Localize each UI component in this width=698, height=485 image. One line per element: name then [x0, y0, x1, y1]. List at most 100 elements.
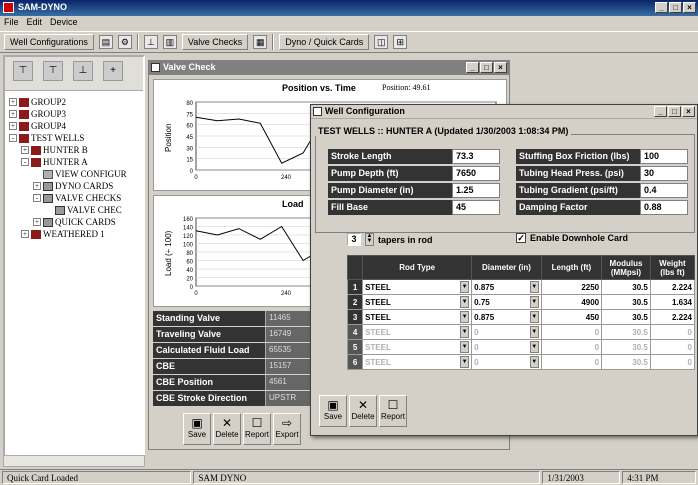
- tapers-spinner[interactable]: 3: [347, 233, 361, 246]
- well-param-input[interactable]: 0.4: [640, 183, 688, 198]
- well-config-title-bar: Well Configuration _ □ ×: [311, 105, 697, 119]
- valve-check-title-bar: Valve Check _ □ ×: [149, 61, 509, 75]
- maximize-button[interactable]: □: [669, 2, 682, 13]
- well-param-input[interactable]: 30: [640, 166, 688, 181]
- rod-diameter-select[interactable]: 0.875 ▼: [471, 279, 542, 295]
- pump-icon[interactable]: ⊥: [143, 35, 158, 49]
- expand-icon[interactable]: +: [21, 146, 29, 154]
- valve-save-button[interactable]: ▣ Save: [183, 413, 211, 445]
- dropdown-arrow-icon[interactable]: ▼: [460, 356, 470, 368]
- expand-icon[interactable]: +: [9, 110, 17, 118]
- well-delete-button[interactable]: ✕ Delete: [349, 395, 377, 427]
- well-save-button[interactable]: ▣ Save: [319, 395, 347, 427]
- close-button[interactable]: ×: [683, 2, 696, 13]
- dropdown-arrow-icon[interactable]: ▼: [529, 296, 539, 308]
- dropdown-arrow-icon[interactable]: ▼: [460, 341, 470, 353]
- tree-node[interactable]: - VALVE CHECKS: [33, 193, 121, 203]
- tree-node[interactable]: VIEW CONFIGUR: [33, 169, 127, 179]
- expand-icon[interactable]: +: [9, 98, 17, 106]
- add-well-icon[interactable]: ⊤: [43, 61, 63, 81]
- well-minimize-button[interactable]: _: [654, 106, 667, 117]
- tree-node[interactable]: + GROUP2: [9, 97, 66, 107]
- rod-diameter-select[interactable]: 0.75 ▼: [471, 294, 542, 310]
- valve-maximize-button[interactable]: □: [480, 62, 493, 73]
- expand-icon[interactable]: +: [9, 122, 17, 130]
- collapse-icon[interactable]: -: [21, 158, 29, 166]
- well-param-input[interactable]: 7650: [452, 166, 500, 181]
- rod-diameter-select[interactable]: 0.875 ▼: [471, 309, 542, 325]
- dropdown-arrow-icon[interactable]: ▼: [460, 281, 470, 293]
- rod-length-input[interactable]: 2250: [540, 279, 603, 295]
- well-report-button[interactable]: ☐ Report: [379, 395, 407, 427]
- expand-icon[interactable]: +: [33, 218, 41, 226]
- dropdown-arrow-icon[interactable]: ▼: [460, 311, 470, 323]
- load-chart-ylabel: Load (÷ 100): [164, 230, 173, 276]
- dropdown-arrow-icon[interactable]: ▼: [529, 341, 539, 353]
- tree-node[interactable]: - HUNTER A: [21, 157, 88, 167]
- add-icon[interactable]: +: [103, 61, 123, 81]
- rod-type-select[interactable]: STEEL ▼: [362, 309, 473, 325]
- add-group-icon[interactable]: ⊤: [13, 61, 33, 81]
- rod-weight-input[interactable]: 1.634: [649, 294, 696, 310]
- menu-edit[interactable]: Edit: [27, 17, 43, 29]
- rod-modulus-input[interactable]: 30.5: [601, 294, 651, 310]
- dropdown-arrow-icon[interactable]: ▼: [529, 311, 539, 323]
- valve-checks-button[interactable]: Valve Checks: [181, 34, 249, 50]
- dropdown-arrow-icon[interactable]: ▼: [460, 296, 470, 308]
- rig-tool-icon[interactable]: ⊥: [73, 61, 93, 81]
- tree-node[interactable]: + QUICK CARDS: [33, 217, 116, 227]
- valve-report-button[interactable]: ☐ Report: [243, 413, 271, 445]
- tree-node[interactable]: + WEATHERED 1: [21, 229, 105, 239]
- dyno-quick-cards-button[interactable]: Dyno / Quick Cards: [279, 34, 370, 50]
- expand-icon[interactable]: +: [21, 230, 29, 238]
- valve-minimize-button[interactable]: _: [466, 62, 479, 73]
- rod-length-input[interactable]: 450: [540, 309, 603, 325]
- tree-node[interactable]: VALVE CHEC: [45, 205, 122, 215]
- tree-node[interactable]: + GROUP3: [9, 109, 66, 119]
- well-close-button[interactable]: ×: [682, 106, 695, 117]
- rod-taper-grid: Rod Type Diameter (in) Length (ft) Modul…: [346, 255, 696, 370]
- tree-horizontal-scrollbar[interactable]: [3, 455, 145, 467]
- tree-node[interactable]: - TEST WELLS: [9, 133, 84, 143]
- rod-modulus-input[interactable]: 30.5: [601, 279, 651, 295]
- tree-node[interactable]: + DYNO CARDS: [33, 181, 113, 191]
- collapse-icon[interactable]: -: [9, 134, 17, 142]
- well-param-input[interactable]: 100: [640, 149, 688, 164]
- well-configurations-button[interactable]: Well Configurations: [4, 34, 94, 50]
- rig-icon[interactable]: ▥: [162, 35, 177, 49]
- well-param-input[interactable]: 45: [452, 200, 500, 215]
- minimize-button[interactable]: _: [655, 2, 668, 13]
- tree-node[interactable]: + GROUP4: [9, 121, 66, 131]
- rod-type-select[interactable]: STEEL ▼: [362, 279, 473, 295]
- well-param-input[interactable]: 0.88: [640, 200, 688, 215]
- tree-node-label: GROUP3: [31, 109, 67, 119]
- dropdown-arrow-icon[interactable]: ▼: [529, 281, 539, 293]
- dyno-card-icon[interactable]: ◫: [374, 35, 389, 49]
- valve-check-icon[interactable]: ▦: [253, 35, 268, 49]
- rod-modulus-input[interactable]: 30.5: [601, 309, 651, 325]
- valve-export-button[interactable]: ⇨ Export: [273, 413, 301, 445]
- tree-node[interactable]: + HUNTER B: [21, 145, 88, 155]
- expand-icon[interactable]: +: [33, 182, 41, 190]
- enable-downhole-checkbox[interactable]: ✓: [516, 233, 526, 243]
- dropdown-arrow-icon[interactable]: ▼: [529, 326, 539, 338]
- collapse-icon[interactable]: -: [33, 194, 41, 202]
- spinner-arrows-icon[interactable]: ▲ ▼: [365, 233, 374, 246]
- rod-length-input[interactable]: 4900: [540, 294, 603, 310]
- rod-weight-input[interactable]: 2.224: [649, 309, 696, 325]
- rod-type-select[interactable]: STEEL ▼: [362, 294, 473, 310]
- menu-file[interactable]: File: [4, 17, 19, 29]
- well-config-icon[interactable]: ▤: [98, 35, 113, 49]
- valve-close-button[interactable]: ×: [494, 62, 507, 73]
- dropdown-arrow-icon[interactable]: ▼: [529, 356, 539, 368]
- menu-device[interactable]: Device: [50, 17, 78, 29]
- well-param-input[interactable]: 1.25: [452, 183, 500, 198]
- dropdown-arrow-icon[interactable]: ▼: [460, 326, 470, 338]
- valve-delete-button[interactable]: ✕ Delete: [213, 413, 241, 445]
- settings-icon[interactable]: ⚙: [117, 35, 132, 49]
- quick-card-icon[interactable]: ⊞: [393, 35, 408, 49]
- well-param-input[interactable]: 73.3: [452, 149, 500, 164]
- folder-icon: [43, 169, 53, 179]
- well-maximize-button[interactable]: □: [668, 106, 681, 117]
- rod-weight-input[interactable]: 2.224: [649, 279, 696, 295]
